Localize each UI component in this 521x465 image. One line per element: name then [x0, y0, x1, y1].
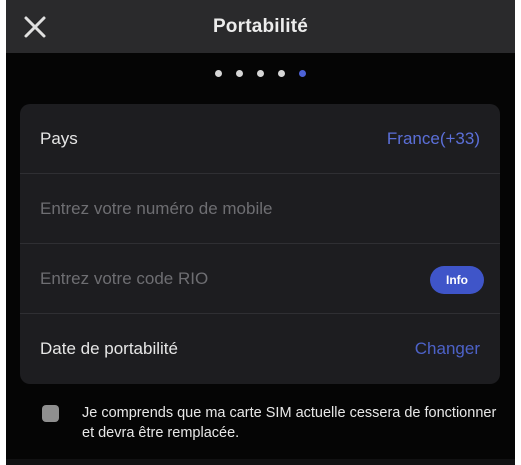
- rio-info-button[interactable]: Info: [430, 266, 484, 294]
- page-dot-2: [236, 70, 243, 77]
- portability-form-card: Pays France(+33) Info Date de portabilit…: [20, 104, 500, 384]
- top-bar: Portabilité: [6, 0, 515, 53]
- consent-text: Je comprends que ma carte SIM actuelle c…: [82, 405, 497, 441]
- page-title: Portabilité: [212, 16, 309, 37]
- consent-checkbox[interactable]: [42, 405, 59, 422]
- change-date-button[interactable]: Changer: [415, 339, 480, 359]
- rio-code-input[interactable]: [38, 264, 402, 294]
- page-dot-5-current: [299, 70, 306, 77]
- page-dot-1: [215, 70, 222, 77]
- rio-code-row: Info: [20, 244, 500, 314]
- mobile-number-input[interactable]: [38, 194, 442, 224]
- portability-screen: Portabilité Pays France(+33) Info Date d…: [6, 0, 515, 465]
- mobile-number-row: [20, 174, 500, 244]
- bottom-divider: [6, 459, 515, 465]
- country-row[interactable]: Pays France(+33): [20, 104, 500, 174]
- portability-date-row: Date de portabilité Changer: [20, 314, 500, 384]
- page-dot-4: [278, 70, 285, 77]
- portability-date-label: Date de portabilité: [40, 339, 178, 358]
- country-label: Pays: [40, 129, 78, 148]
- page-dot-3: [257, 70, 264, 77]
- page-indicator: [6, 70, 515, 78]
- country-value[interactable]: France(+33): [387, 129, 480, 149]
